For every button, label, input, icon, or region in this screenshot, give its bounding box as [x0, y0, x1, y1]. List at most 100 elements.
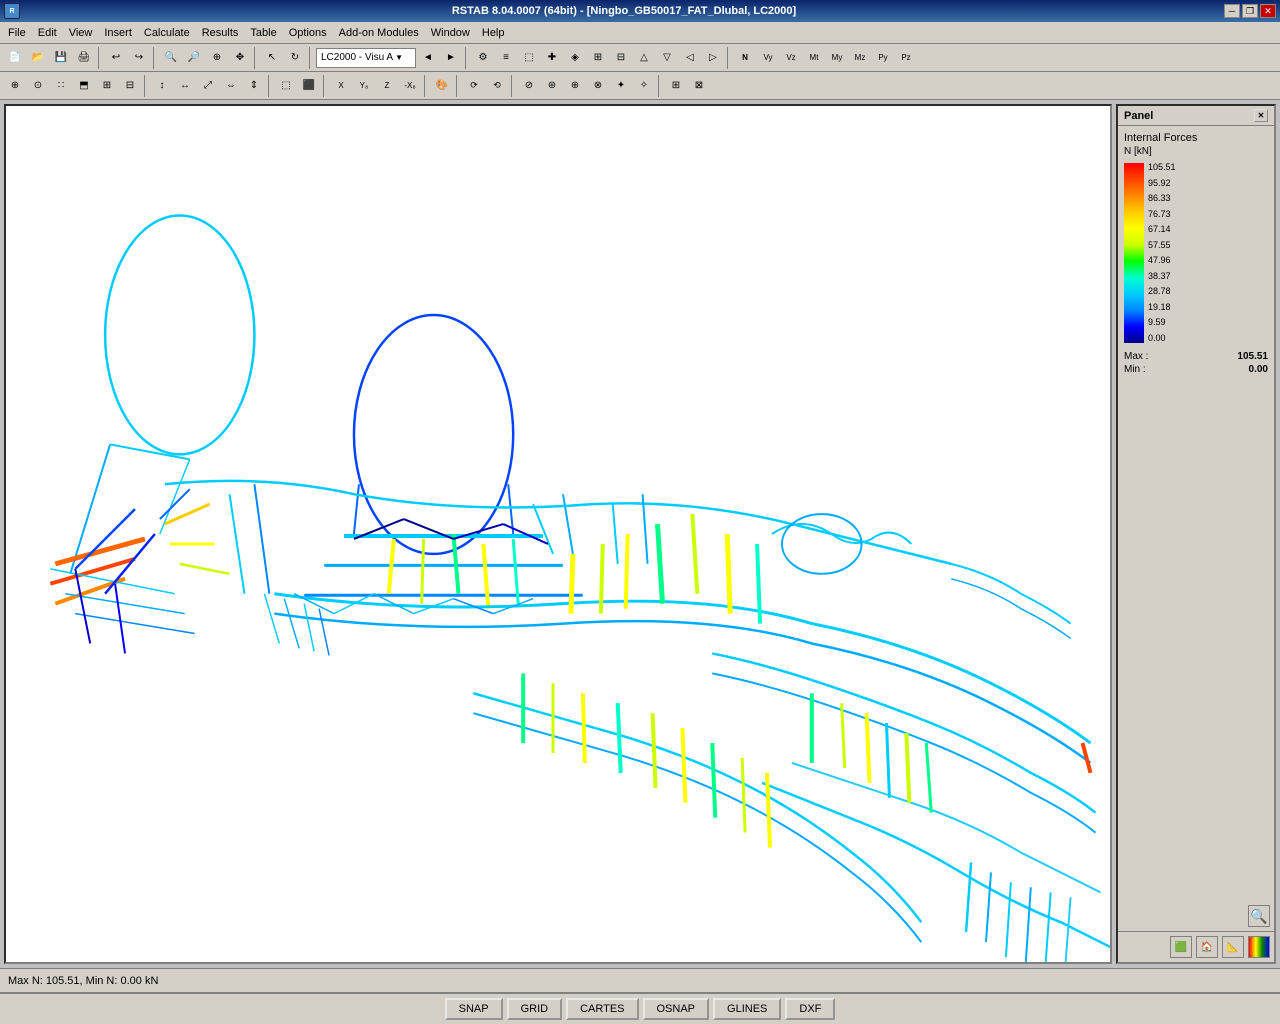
- restore-button[interactable]: ❐: [1242, 4, 1258, 18]
- pan-button[interactable]: ✥: [229, 47, 251, 69]
- tb-btn-2[interactable]: ≡: [495, 47, 517, 69]
- open-button[interactable]: 📂: [27, 47, 49, 69]
- cartes-button[interactable]: CARTES: [566, 998, 638, 1020]
- color-label-95.92: 95.92: [1148, 179, 1176, 188]
- menu-view[interactable]: View: [63, 25, 99, 41]
- tb-force-vz[interactable]: Vz: [780, 47, 802, 69]
- save-button[interactable]: 💾: [50, 47, 72, 69]
- tb-btn-7[interactable]: ⊟: [610, 47, 632, 69]
- tb-btn-6[interactable]: ⊞: [587, 47, 609, 69]
- new-button[interactable]: 📄: [4, 47, 26, 69]
- zoom-all-button[interactable]: ⊕: [206, 47, 228, 69]
- menu-insert[interactable]: Insert: [98, 25, 138, 41]
- tb2-btn-16[interactable]: Z: [376, 75, 398, 97]
- select-button[interactable]: ↖: [261, 47, 283, 69]
- zoom-in-button[interactable]: 🔍: [160, 47, 182, 69]
- menu-calculate[interactable]: Calculate: [138, 25, 196, 41]
- redo-button[interactable]: ↪: [128, 47, 150, 69]
- close-button[interactable]: ✕: [1260, 4, 1276, 18]
- menu-window[interactable]: Window: [425, 25, 476, 41]
- window-controls: ─ ❐ ✕: [1224, 4, 1276, 18]
- tb2-btn-1[interactable]: ⊕: [4, 75, 26, 97]
- sep-tb2-6: [511, 75, 515, 97]
- tb2-btn-24[interactable]: ⊗: [587, 75, 609, 97]
- panel-stats: Max : 105.51 Min : 0.00: [1124, 351, 1268, 375]
- rotate-button[interactable]: ↻: [284, 47, 306, 69]
- tb-btn-3[interactable]: ⬚: [518, 47, 540, 69]
- minimize-button[interactable]: ─: [1224, 4, 1240, 18]
- color-label-9.59: 9.59: [1148, 318, 1176, 327]
- menu-results[interactable]: Results: [196, 25, 245, 41]
- tb2-btn-22[interactable]: ⊛: [541, 75, 563, 97]
- prev-lc-button[interactable]: ◄: [417, 47, 439, 69]
- tb-btn-8[interactable]: △: [633, 47, 655, 69]
- tb2-btn-14[interactable]: X: [330, 75, 352, 97]
- menu-addon[interactable]: Add-on Modules: [333, 25, 425, 41]
- tb2-btn-3[interactable]: ∷: [50, 75, 72, 97]
- tb-btn-11[interactable]: ▷: [702, 47, 724, 69]
- tb-btn-10[interactable]: ◁: [679, 47, 701, 69]
- zoom-out-button[interactable]: 🔎: [183, 47, 205, 69]
- panel-title: Panel: [1124, 110, 1153, 122]
- grid-button[interactable]: GRID: [507, 998, 563, 1020]
- tb-force-py[interactable]: Py: [872, 47, 894, 69]
- menu-edit[interactable]: Edit: [32, 25, 63, 41]
- snap-button[interactable]: SNAP: [445, 998, 503, 1020]
- tb-btn-5[interactable]: ◈: [564, 47, 586, 69]
- panel-view-btn-1[interactable]: 🟩: [1170, 936, 1192, 958]
- next-lc-button[interactable]: ►: [440, 47, 462, 69]
- lc-selector[interactable]: LC2000 - Visu A ▼: [316, 48, 416, 68]
- tb2-btn-28[interactable]: ⊠: [688, 75, 710, 97]
- sep-tb2-5: [456, 75, 460, 97]
- main-content: Panel ✕ Internal Forces N [kN] 105.5195.…: [0, 100, 1280, 968]
- tb2-btn-20[interactable]: ⟲: [486, 75, 508, 97]
- dxf-button[interactable]: DXF: [785, 998, 835, 1020]
- tb2-btn-5[interactable]: ⊞: [96, 75, 118, 97]
- tb2-btn-2[interactable]: ⊙: [27, 75, 49, 97]
- tb-force-pz[interactable]: Pz: [895, 47, 917, 69]
- magnify-button[interactable]: 🔍: [1248, 905, 1270, 927]
- tb2-btn-21[interactable]: ⊘: [518, 75, 540, 97]
- tb2-btn-23[interactable]: ⊕: [564, 75, 586, 97]
- tb-force-vy[interactable]: Vy: [757, 47, 779, 69]
- tb2-btn-15[interactable]: Y₈: [353, 75, 375, 97]
- tb2-btn-13[interactable]: ⬛: [298, 75, 320, 97]
- panel-view-btn-3[interactable]: 📐: [1222, 936, 1244, 958]
- tb2-btn-26[interactable]: ✧: [633, 75, 655, 97]
- tb-btn-1[interactable]: ⚙: [472, 47, 494, 69]
- menu-table[interactable]: Table: [244, 25, 282, 41]
- tb2-btn-19[interactable]: ⟳: [463, 75, 485, 97]
- tb2-btn-11[interactable]: ⇕: [243, 75, 265, 97]
- panel: Panel ✕ Internal Forces N [kN] 105.5195.…: [1116, 104, 1276, 964]
- separator-5: [465, 47, 469, 69]
- tb2-btn-9[interactable]: ⤢: [197, 75, 219, 97]
- menu-options[interactable]: Options: [283, 25, 333, 41]
- panel-close-button[interactable]: ✕: [1254, 109, 1268, 122]
- panel-view-btn-4[interactable]: [1248, 936, 1270, 958]
- tb-force-mt[interactable]: Mt: [803, 47, 825, 69]
- tb-force-my[interactable]: My: [826, 47, 848, 69]
- print-button[interactable]: 🖨: [73, 47, 95, 69]
- structure-visualization: [6, 106, 1110, 962]
- tb2-btn-17[interactable]: -X₈: [399, 75, 421, 97]
- menu-help[interactable]: Help: [476, 25, 511, 41]
- panel-view-btn-2[interactable]: 🏠: [1196, 936, 1218, 958]
- tb2-btn-6[interactable]: ⊟: [119, 75, 141, 97]
- tb-btn-4[interactable]: ✚: [541, 47, 563, 69]
- glines-button[interactable]: GLINES: [713, 998, 781, 1020]
- viewport[interactable]: [4, 104, 1112, 964]
- tb2-btn-4[interactable]: ⬒: [73, 75, 95, 97]
- tb2-btn-7[interactable]: ↕: [151, 75, 173, 97]
- tb-force-n[interactable]: N: [734, 47, 756, 69]
- tb2-btn-25[interactable]: ✦: [610, 75, 632, 97]
- tb-btn-9[interactable]: ▽: [656, 47, 678, 69]
- tb-force-mz[interactable]: Mz: [849, 47, 871, 69]
- tb2-btn-10[interactable]: ⇔: [220, 75, 242, 97]
- undo-button[interactable]: ↩: [105, 47, 127, 69]
- osnap-button[interactable]: OSNAP: [643, 998, 710, 1020]
- menu-file[interactable]: File: [2, 25, 32, 41]
- tb2-btn-27[interactable]: ⊞: [665, 75, 687, 97]
- tb2-btn-8[interactable]: ↔: [174, 75, 196, 97]
- tb2-btn-18[interactable]: 🎨: [431, 75, 453, 97]
- tb2-btn-12[interactable]: ⬚: [275, 75, 297, 97]
